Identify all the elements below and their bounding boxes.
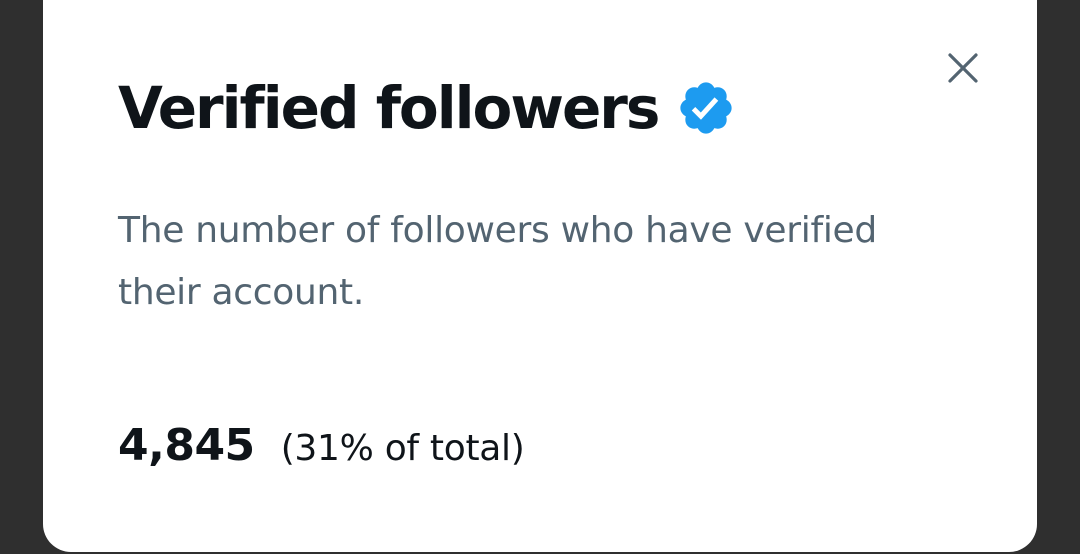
dialog-title: Verified followers [118, 74, 660, 142]
dialog-header: Verified followers [118, 68, 736, 148]
verified-followers-dialog: Verified followers The number of followe… [43, 0, 1037, 552]
verified-badge-icon [676, 78, 736, 138]
stat-share: (31% of total) [280, 428, 525, 469]
close-button[interactable] [945, 50, 981, 86]
verified-followers-stat: 4,845 (31% of total) [118, 420, 525, 471]
stat-value: 4,845 [118, 420, 255, 471]
close-icon [948, 53, 978, 83]
dialog-description: The number of followers who have verifie… [118, 210, 877, 313]
modal-backdrop[interactable]: Verified followers The number of followe… [0, 0, 1080, 554]
